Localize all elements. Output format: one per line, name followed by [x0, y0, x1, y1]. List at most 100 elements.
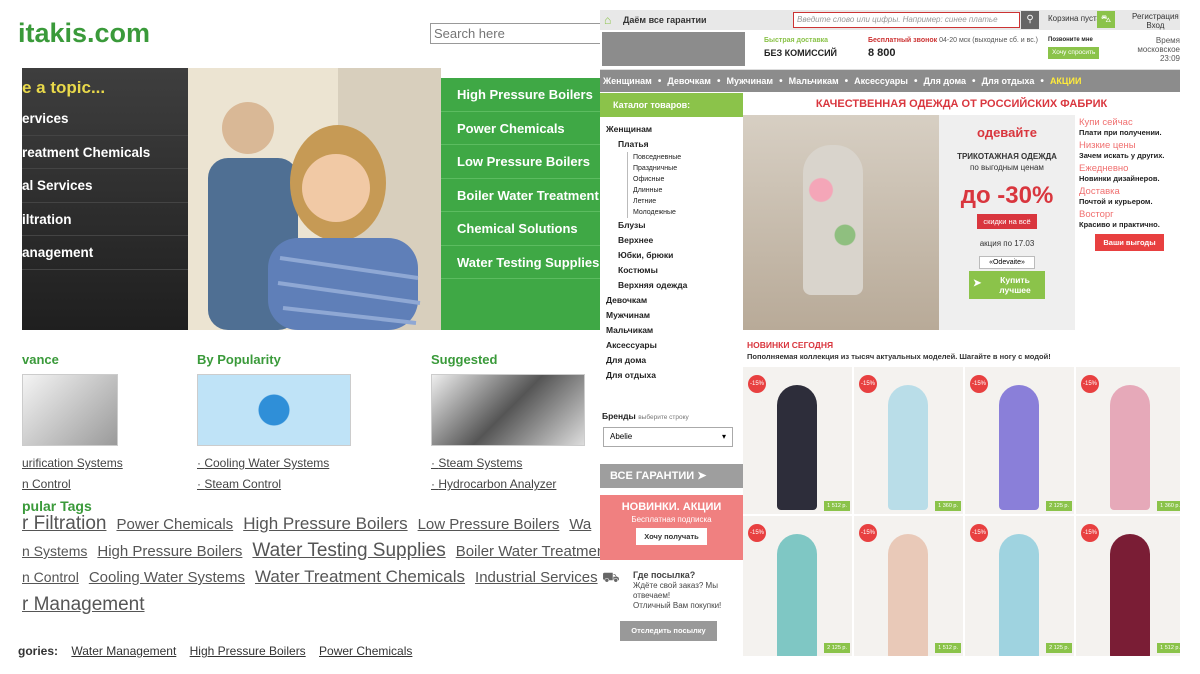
- column-link[interactable]: · Hydrocarbon Analyzer: [431, 477, 585, 498]
- tag-link[interactable]: Water Testing Supplies: [252, 540, 445, 561]
- product-card[interactable]: -15% 1 512 р.: [743, 367, 852, 514]
- tag-link[interactable]: High Pressure Boilers: [97, 543, 242, 560]
- teamwork-image[interactable]: [197, 374, 351, 446]
- category-link[interactable]: Power Chemicals: [319, 644, 412, 658]
- hero-photo-illustration: [188, 68, 441, 330]
- subscribe-button[interactable]: Хочу получать: [636, 528, 707, 545]
- topic-item[interactable]: iltration: [22, 203, 188, 236]
- nav-item[interactable]: Девочкам: [667, 76, 711, 86]
- tree-subitem[interactable]: Длинные: [633, 185, 743, 196]
- tree-item[interactable]: Для отдыха: [606, 368, 743, 383]
- category-item[interactable]: Low Pressure Boilers: [441, 145, 600, 179]
- site-logo[interactable]: itakis.com: [18, 18, 150, 49]
- column-link[interactable]: n Control: [22, 477, 123, 498]
- tag-link[interactable]: Water Treatment Chemicals: [255, 567, 465, 586]
- brand-value: Abelie: [610, 432, 633, 441]
- tree-item[interactable]: Верхняя одежда: [606, 278, 743, 293]
- login-link[interactable]: Вход: [1132, 21, 1179, 30]
- track-parcel-button[interactable]: Отследить посылку: [620, 621, 717, 641]
- tree-subitem[interactable]: Повседневные: [633, 152, 743, 163]
- tree-item[interactable]: Девочкам: [606, 293, 743, 308]
- logo[interactable]: [602, 32, 745, 66]
- register-link[interactable]: Регистрация: [1132, 12, 1179, 21]
- callback-button[interactable]: Хочу спросить: [1048, 47, 1100, 59]
- nav-item[interactable]: Мужчинам: [726, 76, 773, 86]
- topic-item[interactable]: anagement: [22, 236, 188, 270]
- tree-item[interactable]: Юбки, брюки: [606, 248, 743, 263]
- buy-best-button[interactable]: ➤ Купить лучшее: [969, 271, 1045, 299]
- product-card[interactable]: -15% 2 125 р.: [743, 516, 852, 656]
- topic-item[interactable]: reatment Chemicals: [22, 136, 188, 169]
- tag-link[interactable]: Cooling Water Systems: [89, 569, 245, 586]
- column-link[interactable]: · Steam Systems: [431, 456, 585, 477]
- all-guarantees-button[interactable]: ВСЕ ГАРАНТИИ ➤: [600, 464, 743, 488]
- benefits-button[interactable]: Ваши выгоды: [1095, 234, 1164, 251]
- tag-link[interactable]: n Systems: [22, 543, 87, 559]
- tag-link[interactable]: Industrial Services: [475, 569, 598, 586]
- tree-item[interactable]: Мужчинам: [606, 308, 743, 323]
- tree-subitem[interactable]: Праздничные: [633, 163, 743, 174]
- category-link[interactable]: Water Management: [71, 644, 176, 658]
- product-price: 2 125 р.: [1046, 643, 1072, 653]
- cart-status[interactable]: Корзина пуста: [1048, 14, 1101, 23]
- puzzle-image[interactable]: [431, 374, 585, 446]
- column-link[interactable]: · Cooling Water Systems: [197, 456, 351, 477]
- phone-number[interactable]: 8 800: [868, 47, 896, 59]
- nav-item[interactable]: Аксессуары: [854, 76, 908, 86]
- category-item[interactable]: Power Chemicals: [441, 112, 600, 145]
- tree-item[interactable]: Женщинам: [606, 122, 743, 137]
- search-icon[interactable]: ⚲: [1021, 11, 1039, 29]
- tag-link[interactable]: Low Pressure Boilers: [418, 516, 560, 533]
- tag-link[interactable]: Power Chemicals: [116, 516, 233, 533]
- search-input[interactable]: Введите слово или цифры. Например: синее…: [793, 12, 1020, 28]
- tag-link[interactable]: n Control: [22, 569, 79, 585]
- basket-icon[interactable]: ⛍: [1097, 11, 1115, 28]
- feature-title: Низкие цены: [1079, 140, 1136, 151]
- arrow-right-icon: ➤: [973, 278, 982, 289]
- product-photo: [1110, 534, 1150, 656]
- category-item[interactable]: Chemical Solutions: [441, 212, 600, 246]
- tree-item[interactable]: Аксессуары: [606, 338, 743, 353]
- nav-item[interactable]: Женщинам: [603, 76, 652, 86]
- tree-item[interactable]: Блузы: [606, 218, 743, 233]
- tree-item[interactable]: Платья: [606, 137, 743, 152]
- tag-link[interactable]: High Pressure Boilers: [243, 514, 407, 533]
- nav-item[interactable]: Мальчикам: [789, 76, 839, 86]
- nav-item-sale[interactable]: АКЦИИ: [1050, 76, 1082, 86]
- clock: Время московское 23:09: [1130, 36, 1180, 63]
- keyboard-image[interactable]: [22, 374, 118, 446]
- product-card[interactable]: -15% 2 125 р.: [965, 367, 1074, 514]
- category-item[interactable]: Water Testing Supplies: [441, 246, 600, 279]
- tag-link[interactable]: Boiler Water Treatment: [456, 543, 600, 560]
- search-input[interactable]: [430, 23, 600, 44]
- product-card[interactable]: -15% 1 360 р.: [854, 367, 963, 514]
- product-card[interactable]: -15% 1 360 р.: [1076, 367, 1180, 514]
- product-card[interactable]: -15% 2 125 р.: [965, 516, 1074, 656]
- tree-subitem[interactable]: Офисные: [633, 174, 743, 185]
- tag-link[interactable]: r Management: [22, 594, 145, 615]
- brand-select[interactable]: Abelie ▾: [603, 427, 733, 447]
- nav-item[interactable]: Для отдыха: [982, 76, 1035, 86]
- guarantee-text[interactable]: Даём все гарантии: [623, 15, 707, 25]
- category-item[interactable]: Boiler Water Treatment: [441, 179, 600, 212]
- tree-item[interactable]: Верхнее: [606, 233, 743, 248]
- topic-item[interactable]: al Services: [22, 169, 188, 203]
- tag-link[interactable]: r Filtration: [22, 513, 106, 534]
- product-card[interactable]: -15% 1 512 р.: [1076, 516, 1180, 656]
- product-card[interactable]: -15% 1 512 р.: [854, 516, 963, 656]
- tree-item[interactable]: Мальчикам: [606, 323, 743, 338]
- category-link[interactable]: High Pressure Boilers: [190, 644, 306, 658]
- tree-item[interactable]: Костюмы: [606, 263, 743, 278]
- promo-banner[interactable]: одевайте ТРИКОТАЖНАЯ ОДЕЖДА по выгодным …: [743, 115, 1180, 330]
- topic-item[interactable]: ervices: [22, 102, 188, 136]
- home-icon[interactable]: ⌂: [604, 13, 611, 27]
- tree-item[interactable]: Для дома: [606, 353, 743, 368]
- column-link[interactable]: urification Systems: [22, 456, 123, 477]
- tree-subitem[interactable]: Летние: [633, 196, 743, 207]
- nav-item[interactable]: Для дома: [924, 76, 967, 86]
- tree-subitem[interactable]: Молодежные: [633, 207, 743, 218]
- tag-link[interactable]: Wa: [569, 516, 591, 533]
- column-link[interactable]: · Steam Control: [197, 477, 351, 498]
- category-item[interactable]: High Pressure Boilers: [441, 78, 600, 112]
- main-nav: Женщинам • Девочкам • Мужчинам • Мальчикам • Акс…: [600, 70, 1180, 92]
